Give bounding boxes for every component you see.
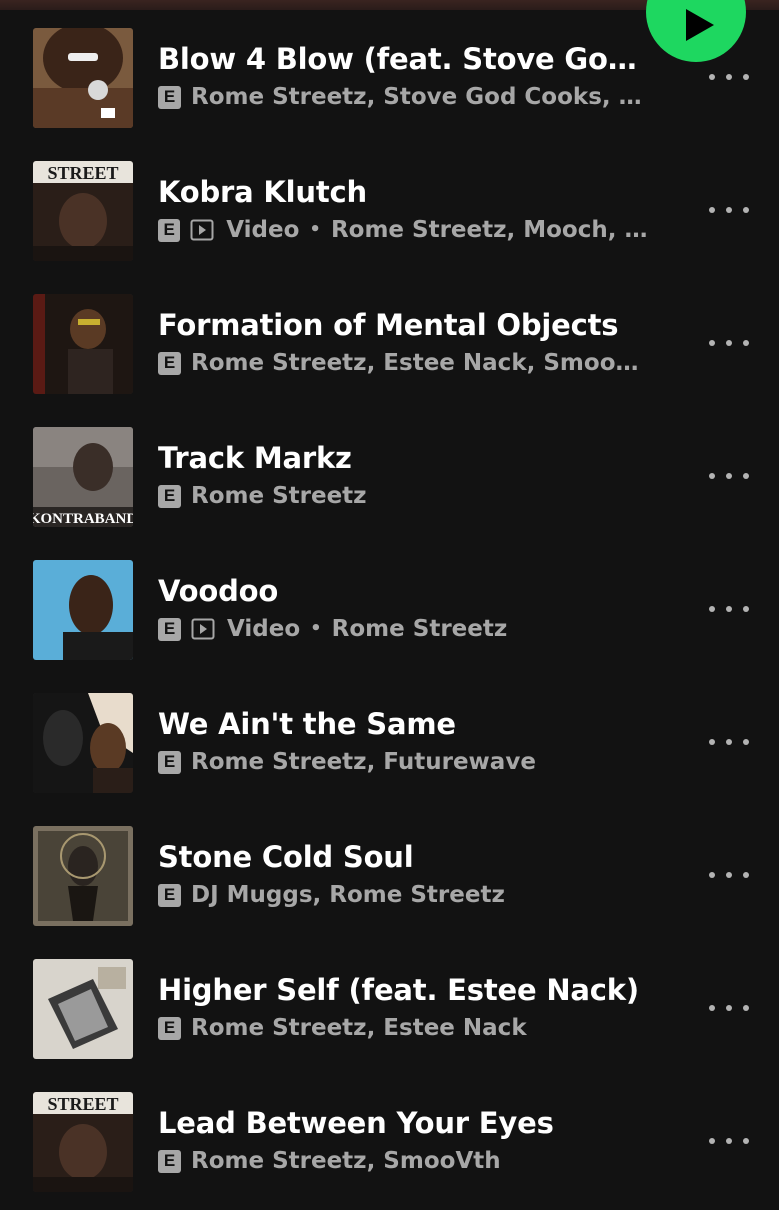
svg-text:STREET: STREET [47, 163, 118, 183]
track-row[interactable]: Higher Self (feat. Estee Nack) E Rome St… [0, 944, 779, 1077]
track-artists: Rome Streetz, Stove God Cooks, B... [191, 84, 651, 110]
album-art [33, 959, 133, 1059]
album-art [33, 294, 133, 394]
track-title: We Ain't the Same [158, 707, 456, 741]
more-options-button[interactable] [709, 331, 749, 355]
album-art: KONTRABAND [33, 427, 133, 527]
track-artists: Rome Streetz, Mooch, R... [330, 217, 658, 243]
track-artists: Rome Streetz, Futurewave [191, 749, 536, 775]
more-options-button[interactable] [709, 730, 749, 754]
track-row[interactable]: KONTRABAND Track Markz E Rome Streetz [0, 412, 779, 545]
more-options-button[interactable] [709, 863, 749, 887]
explicit-badge: E [158, 1016, 181, 1040]
album-art [33, 560, 133, 660]
track-artists: Rome Streetz, Estee Nack, SmooVth [191, 350, 651, 376]
track-artists: Rome Streetz, SmooVth [191, 1148, 501, 1174]
track-title: Higher Self (feat. Estee Nack) [158, 973, 639, 1007]
track-artists: Rome Streetz [331, 616, 508, 642]
track-title: Blow 4 Blow (feat. Stove God C... [158, 42, 653, 76]
track-list: Blow 4 Blow (feat. Stove God C... E Rome… [0, 13, 779, 1210]
explicit-badge: E [158, 883, 181, 907]
separator-dot: • [309, 219, 321, 240]
explicit-badge: E [158, 1149, 181, 1173]
track-artists: DJ Muggs, Rome Streetz [191, 882, 505, 908]
video-label: Video [227, 616, 301, 642]
track-title: Stone Cold Soul [158, 840, 414, 874]
separator-dot: • [310, 618, 322, 639]
track-artists: Rome Streetz [191, 483, 367, 509]
track-title: Track Markz [158, 441, 352, 475]
more-options-button[interactable] [709, 1129, 749, 1153]
video-label: Video [226, 217, 300, 243]
track-row[interactable]: We Ain't the Same E Rome Streetz, Future… [0, 678, 779, 811]
album-art: STREET [33, 1092, 133, 1192]
album-art [33, 28, 133, 128]
video-icon [191, 618, 215, 640]
video-icon [190, 219, 214, 241]
album-art [33, 693, 133, 793]
more-options-button[interactable] [709, 597, 749, 621]
track-row[interactable]: STREET Lead Between Your Eyes E Rome Str… [0, 1077, 779, 1210]
explicit-badge: E [158, 617, 181, 641]
explicit-badge: E [158, 750, 181, 774]
track-row[interactable]: STREET Kobra Klutch E Video • Rome Stree… [0, 146, 779, 279]
track-title: Lead Between Your Eyes [158, 1106, 554, 1140]
track-title: Voodoo [158, 574, 279, 608]
more-options-button[interactable] [709, 996, 749, 1020]
more-options-button[interactable] [709, 198, 749, 222]
track-row[interactable]: Voodoo E Video • Rome Streetz [0, 545, 779, 678]
explicit-badge: E [158, 218, 181, 242]
play-icon [686, 9, 714, 41]
track-artists: Rome Streetz, Estee Nack [191, 1015, 527, 1041]
explicit-badge: E [158, 351, 181, 375]
more-options-button[interactable] [709, 464, 749, 488]
explicit-badge: E [158, 484, 181, 508]
track-row[interactable]: Formation of Mental Objects E Rome Stree… [0, 279, 779, 412]
album-art [33, 826, 133, 926]
svg-text:KONTRABAND: KONTRABAND [33, 511, 133, 527]
svg-text:STREET: STREET [47, 1094, 118, 1114]
explicit-badge: E [158, 85, 181, 109]
track-title: Formation of Mental Objects [158, 308, 619, 342]
album-art: STREET [33, 161, 133, 261]
track-title: Kobra Klutch [158, 175, 367, 209]
more-options-button[interactable] [709, 65, 749, 89]
track-row[interactable]: Stone Cold Soul E DJ Muggs, Rome Streetz [0, 811, 779, 944]
